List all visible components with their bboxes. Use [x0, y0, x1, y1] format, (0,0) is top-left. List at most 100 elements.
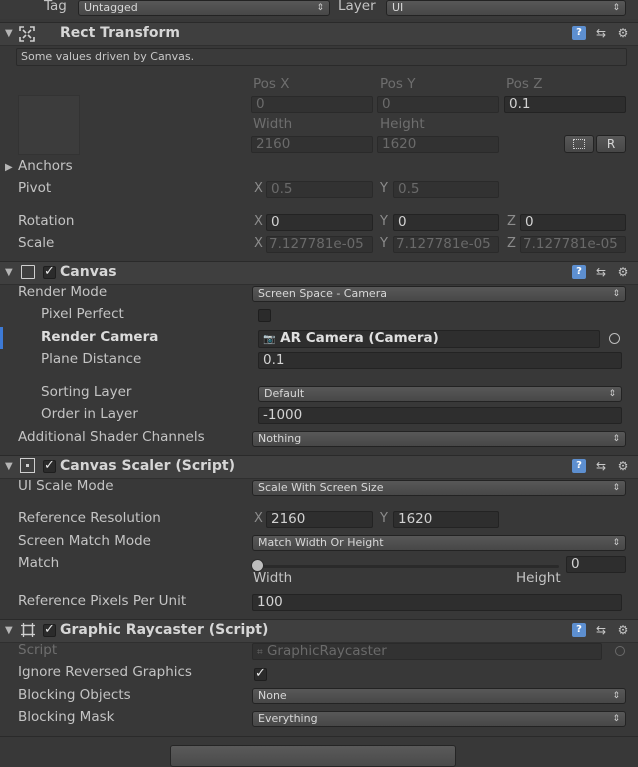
script-icon: ⌗: [257, 647, 263, 658]
script-field[interactable]: ⌗ GraphicRaycaster: [252, 643, 602, 660]
sorting-layer-label: Sorting Layer: [41, 384, 132, 400]
rot-y-field[interactable]: 0: [393, 214, 499, 231]
scale-x-field[interactable]: 7.127781e-05: [266, 236, 373, 253]
scale-label: Scale: [18, 235, 55, 251]
width-field[interactable]: 2160: [251, 136, 373, 153]
shader-channels-value: Nothing: [258, 432, 302, 445]
pos-z-field[interactable]: 0.1: [504, 96, 626, 113]
help-icon[interactable]: ?: [572, 459, 586, 473]
match-slider-track[interactable]: [256, 565, 559, 568]
object-picker-icon[interactable]: [609, 333, 620, 344]
width-label: Width: [253, 116, 293, 132]
screen-match-mode-label: Screen Match Mode: [18, 533, 151, 549]
match-value-field[interactable]: 0: [566, 556, 626, 573]
scale-y-field[interactable]: 7.127781e-05: [393, 236, 499, 253]
fold-arrow-icon[interactable]: ▼: [5, 625, 13, 636]
fold-arrow-icon[interactable]: ▼: [5, 461, 13, 472]
scale-y-axis: Y: [380, 236, 388, 251]
ui-scale-mode-dropdown[interactable]: Scale With Screen Size ⇕: [252, 480, 626, 496]
tag-layer-row: Tag Untagged ⇕ Layer UI ⇕: [0, 0, 638, 19]
layer-dropdown[interactable]: UI ⇕: [386, 0, 626, 16]
ref-ppu-label: Reference Pixels Per Unit: [18, 593, 187, 609]
gear-icon[interactable]: ⚙: [616, 623, 630, 637]
pos-y-field[interactable]: 0: [377, 96, 499, 113]
render-camera-label: Render Camera: [41, 329, 159, 345]
anchors-fold-icon[interactable]: ▶: [5, 162, 13, 173]
preset-icon[interactable]: ⇆: [594, 623, 608, 637]
updown-icon: ⇕: [608, 389, 616, 399]
plane-distance-label: Plane Distance: [41, 351, 142, 367]
driven-note: Some values driven by Canvas.: [21, 50, 195, 63]
blueprint-mode-button[interactable]: [564, 135, 594, 153]
canvas-header[interactable]: ▼ Canvas ? ⇆ ⚙: [0, 261, 638, 285]
camera-icon: 📷: [263, 334, 276, 345]
add-component-button[interactable]: [170, 745, 456, 767]
canvas-scaler-enabled-checkbox[interactable]: [43, 458, 56, 473]
scale-z-field[interactable]: 7.127781e-05: [520, 236, 626, 253]
script-picker-icon: [615, 646, 625, 656]
order-in-layer-label: Order in Layer: [41, 406, 138, 422]
ignore-reversed-label: Ignore Reversed Graphics: [18, 664, 192, 680]
render-mode-dropdown[interactable]: Screen Space - Camera ⇕: [252, 286, 626, 302]
preset-icon[interactable]: ⇆: [594, 265, 608, 279]
pos-x-field[interactable]: 0: [251, 96, 373, 113]
rotation-label: Rotation: [18, 213, 75, 229]
shader-channels-dropdown[interactable]: Nothing ⇕: [252, 431, 626, 447]
sorting-layer-dropdown[interactable]: Default ⇕: [258, 386, 622, 402]
ref-resolution-x-field[interactable]: 2160: [266, 511, 373, 528]
raw-edit-button[interactable]: R: [596, 135, 626, 153]
plane-distance-field[interactable]: 0.1: [258, 352, 622, 369]
match-slider-min-label: Width: [253, 570, 293, 586]
screen-match-mode-dropdown[interactable]: Match Width Or Height ⇕: [252, 535, 626, 551]
canvas-enabled-checkbox[interactable]: [43, 264, 56, 279]
updown-icon: ⇕: [612, 483, 620, 493]
rot-x-field[interactable]: 0: [266, 214, 373, 231]
rot-x-axis: X: [254, 214, 263, 229]
anchors-label[interactable]: Anchors: [18, 158, 73, 174]
fold-arrow-icon[interactable]: ▼: [5, 267, 13, 278]
gear-icon[interactable]: ⚙: [616, 26, 630, 40]
script-value: GraphicRaycaster: [266, 643, 387, 659]
anchor-presets-button[interactable]: [18, 95, 80, 155]
gear-icon[interactable]: ⚙: [616, 265, 630, 279]
raw-edit-label: R: [606, 137, 616, 151]
graphic-raycaster-enabled-checkbox[interactable]: [43, 622, 56, 637]
graphic-raycaster-header[interactable]: ▼ Graphic Raycaster (Script) ? ⇆ ⚙: [0, 619, 638, 643]
updown-icon: ⇕: [316, 3, 324, 13]
pivot-x-field[interactable]: 0.5: [266, 181, 373, 198]
rot-y-axis: Y: [380, 214, 388, 229]
ignore-reversed-checkbox[interactable]: [254, 666, 267, 681]
driven-note-box: Some values driven by Canvas.: [16, 48, 627, 66]
gear-icon[interactable]: ⚙: [616, 459, 630, 473]
help-icon[interactable]: ?: [572, 623, 586, 637]
order-in-layer-field[interactable]: -1000: [258, 407, 622, 424]
updown-icon: ⇕: [612, 714, 620, 724]
canvas-scaler-header[interactable]: ▼ Canvas Scaler (Script) ? ⇆ ⚙: [0, 455, 638, 479]
rot-z-field[interactable]: 0: [520, 214, 626, 231]
preset-icon[interactable]: ⇆: [594, 459, 608, 473]
ref-resolution-y-field[interactable]: 1620: [393, 511, 499, 528]
tag-dropdown[interactable]: Untagged ⇕: [78, 0, 330, 16]
ref-ppu-field[interactable]: 100: [252, 594, 622, 611]
render-camera-field[interactable]: 📷 AR Camera (Camera): [258, 330, 600, 348]
pixel-perfect-checkbox[interactable]: [258, 309, 271, 322]
screen-match-mode-value: Match Width Or Height: [258, 536, 384, 549]
fold-arrow-icon[interactable]: ▼: [5, 28, 13, 39]
blocking-objects-value: None: [258, 689, 287, 702]
rot-z-axis: Z: [507, 214, 516, 229]
help-icon[interactable]: ?: [572, 26, 586, 40]
help-icon[interactable]: ?: [572, 265, 586, 279]
blocking-mask-dropdown[interactable]: Everything ⇕: [252, 711, 626, 727]
preset-icon[interactable]: ⇆: [594, 26, 608, 40]
ref-y-axis: Y: [380, 511, 388, 526]
pivot-y-field[interactable]: 0.5: [393, 181, 499, 198]
render-mode-label: Render Mode: [18, 284, 108, 300]
render-camera-value: AR Camera (Camera): [280, 330, 439, 346]
pivot-y-axis: Y: [380, 181, 388, 196]
blocking-objects-dropdown[interactable]: None ⇕: [252, 688, 626, 704]
pos-y-label: Pos Y: [380, 76, 416, 92]
rect-transform-header[interactable]: ▼ Rect Transform ? ⇆ ⚙: [0, 22, 638, 46]
height-field[interactable]: 1620: [377, 136, 499, 153]
tag-label: Tag: [44, 0, 67, 14]
bottom-divider: [0, 736, 638, 737]
